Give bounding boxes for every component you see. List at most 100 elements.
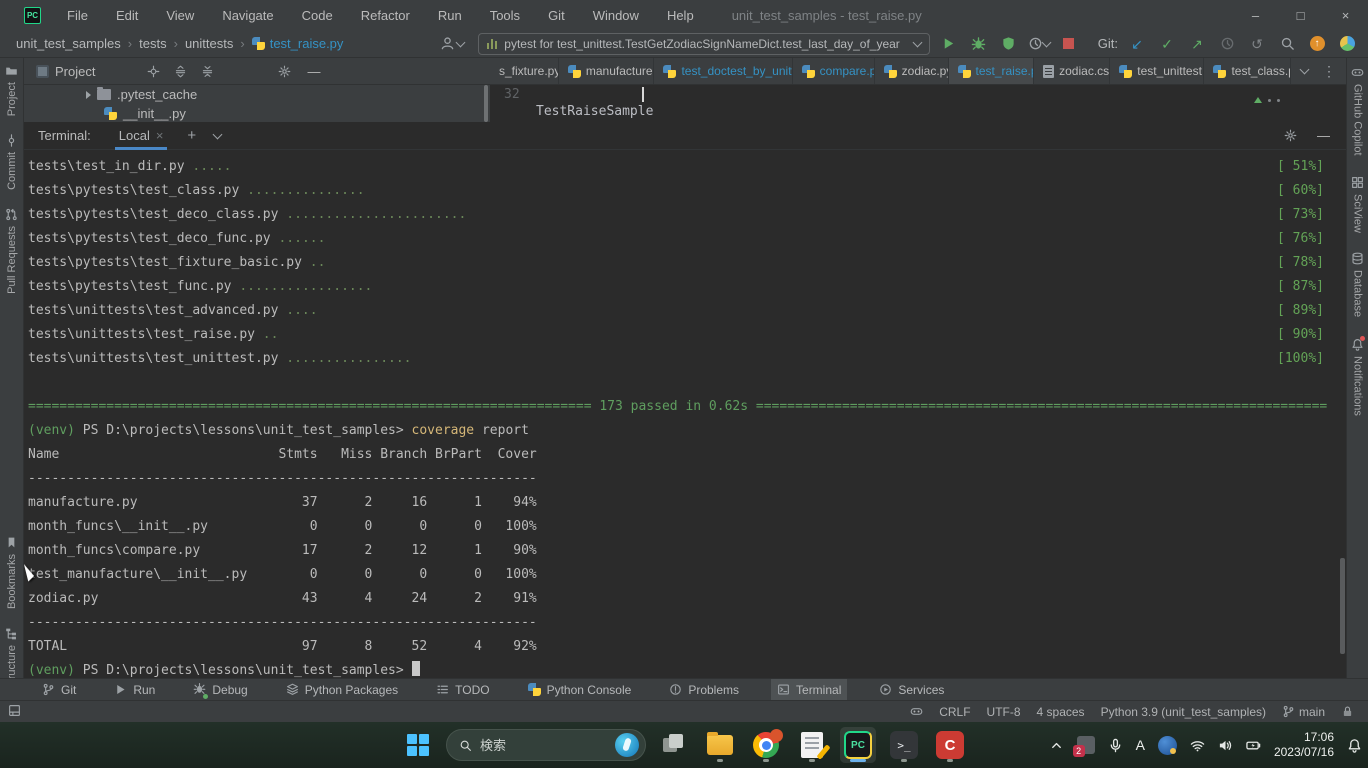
interpreter-indicator[interactable]: Python 3.9 (unit_test_samples) bbox=[1101, 705, 1266, 719]
indent-indicator[interactable]: 4 spaces bbox=[1037, 705, 1085, 719]
breadcrumb-tests[interactable]: tests bbox=[139, 36, 166, 51]
copilot-status-icon[interactable] bbox=[910, 705, 923, 718]
tree-item-init-py[interactable]: __init__.py bbox=[104, 106, 186, 121]
stripe-pull-requests[interactable]: Pull Requests bbox=[5, 208, 18, 294]
run-configuration-select[interactable]: pytest for test_unittest.TestGetZodiacSi… bbox=[478, 33, 930, 55]
editor-pane[interactable]: 32 TestRaiseSample bbox=[490, 85, 1346, 122]
line-ending-indicator[interactable]: CRLF bbox=[939, 705, 970, 719]
tab-compare[interactable]: compare.py× bbox=[793, 58, 875, 84]
hidden-tabs-chevron-icon[interactable] bbox=[1300, 65, 1310, 75]
new-terminal-icon[interactable]: + bbox=[187, 127, 196, 144]
pycharm-taskbar-button[interactable]: PC bbox=[840, 727, 876, 763]
tab-test-unittest[interactable]: test_unittest.py× bbox=[1110, 58, 1204, 84]
search-input[interactable] bbox=[480, 738, 600, 753]
expand-all-icon[interactable] bbox=[174, 65, 187, 78]
menu-help[interactable]: Help bbox=[655, 5, 706, 26]
menu-run[interactable]: Run bbox=[426, 5, 474, 26]
terminal-output[interactable]: tests\test_in_dir.py .....[ 51%] tests\p… bbox=[24, 150, 1346, 683]
toolwindow-run[interactable]: Run bbox=[108, 679, 161, 701]
toolwindow-git[interactable]: Git bbox=[36, 679, 82, 701]
tab-test-doctest[interactable]: test_doctest_by_unittest.py× bbox=[654, 58, 792, 84]
profiler-button[interactable] bbox=[1028, 33, 1050, 55]
user-dropdown[interactable] bbox=[440, 36, 464, 51]
git-history-button[interactable] bbox=[1216, 33, 1238, 55]
toolwindow-todo[interactable]: TODO bbox=[430, 679, 495, 701]
start-button[interactable] bbox=[400, 727, 436, 763]
menu-window[interactable]: Window bbox=[581, 5, 651, 26]
git-commit-button[interactable]: ✓ bbox=[1156, 33, 1178, 55]
tray-app-icon[interactable] bbox=[1158, 736, 1177, 755]
menu-refactor[interactable]: Refactor bbox=[349, 5, 422, 26]
tab-zodiac-py[interactable]: zodiac.py× bbox=[875, 58, 949, 84]
stripe-bookmarks[interactable]: Bookmarks bbox=[5, 536, 18, 609]
menu-tools[interactable]: Tools bbox=[478, 5, 532, 26]
chevron-down-icon[interactable] bbox=[213, 129, 223, 139]
gear-icon[interactable] bbox=[1284, 129, 1297, 142]
toolwindow-services[interactable]: Services bbox=[873, 679, 950, 701]
notepad-button[interactable] bbox=[794, 727, 830, 763]
stripe-github-copilot[interactable]: GitHub Copilot bbox=[1351, 66, 1364, 156]
locate-file-icon[interactable] bbox=[147, 65, 160, 78]
terminal-app-button[interactable]: >_ bbox=[886, 727, 922, 763]
plugin-button[interactable] bbox=[1336, 33, 1358, 55]
git-rollback-button[interactable]: ↺ bbox=[1246, 33, 1268, 55]
red-c-app-button[interactable]: C bbox=[932, 727, 968, 763]
wifi-icon[interactable] bbox=[1190, 738, 1205, 753]
tab-test-raise[interactable]: test_raise.py× bbox=[949, 58, 1035, 84]
stripe-notifications[interactable]: Notifications bbox=[1351, 338, 1364, 416]
hide-panel-icon[interactable]: — bbox=[1317, 128, 1330, 143]
terminal-tab-local[interactable]: Local × bbox=[115, 122, 168, 150]
stripe-database[interactable]: Database bbox=[1351, 252, 1364, 317]
project-scrollbar[interactable] bbox=[484, 85, 488, 122]
chrome-button[interactable] bbox=[748, 727, 784, 763]
menu-git[interactable]: Git bbox=[536, 5, 577, 26]
menu-view[interactable]: View bbox=[154, 5, 206, 26]
stripe-sciview[interactable]: SciView bbox=[1351, 176, 1364, 233]
toolwindow-debug[interactable]: Debug bbox=[187, 679, 253, 701]
menu-file[interactable]: File bbox=[55, 5, 100, 26]
breadcrumb-project[interactable]: unit_test_samples bbox=[16, 36, 121, 51]
update-notification-button[interactable]: ↑ bbox=[1306, 33, 1328, 55]
inspections-widget[interactable] bbox=[1254, 97, 1280, 103]
hide-panel-icon[interactable]: — bbox=[307, 64, 320, 79]
run-button[interactable] bbox=[938, 33, 960, 55]
stop-button[interactable] bbox=[1058, 33, 1080, 55]
volume-icon[interactable] bbox=[1218, 738, 1233, 753]
tray-app-badge-icon[interactable]: 2 bbox=[1077, 736, 1095, 754]
menu-navigate[interactable]: Navigate bbox=[210, 5, 285, 26]
stripe-project[interactable]: Project bbox=[5, 64, 18, 116]
chevron-right-icon[interactable] bbox=[86, 91, 91, 99]
debug-button[interactable] bbox=[968, 33, 990, 55]
breadcrumb-unittests[interactable]: unittests bbox=[185, 36, 233, 51]
stripe-commit[interactable]: Commit bbox=[5, 134, 18, 190]
taskbar-clock[interactable]: 17:062023/07/16 bbox=[1274, 730, 1334, 760]
tray-chevron-up-icon[interactable] bbox=[1049, 738, 1064, 753]
microphone-icon[interactable] bbox=[1108, 738, 1123, 753]
file-explorer-button[interactable] bbox=[702, 727, 738, 763]
git-update-button[interactable]: ↙ bbox=[1126, 33, 1148, 55]
git-branch-indicator[interactable]: main bbox=[1282, 705, 1325, 719]
encoding-indicator[interactable]: UTF-8 bbox=[987, 705, 1021, 719]
tab-fixture[interactable]: s_fixture.py× bbox=[490, 58, 559, 84]
lock-icon[interactable] bbox=[1341, 705, 1354, 718]
tab-zodiac-csv[interactable]: zodiac.csv× bbox=[1034, 58, 1110, 84]
search-everywhere-button[interactable] bbox=[1276, 33, 1298, 55]
git-push-button[interactable]: ↗ bbox=[1186, 33, 1208, 55]
minimize-window-button[interactable]: – bbox=[1233, 0, 1278, 30]
tab-manufacture[interactable]: manufacture.py× bbox=[559, 58, 655, 84]
maximize-window-button[interactable]: □ bbox=[1278, 0, 1323, 30]
terminal-scrollbar[interactable] bbox=[1340, 558, 1345, 654]
layout-icon[interactable] bbox=[0, 704, 21, 720]
gear-icon[interactable] bbox=[278, 65, 291, 78]
collapse-all-icon[interactable] bbox=[201, 65, 214, 78]
task-view-button[interactable] bbox=[656, 727, 692, 763]
menu-code[interactable]: Code bbox=[290, 5, 345, 26]
close-window-button[interactable]: × bbox=[1323, 0, 1368, 30]
toolwindow-python-packages[interactable]: Python Packages bbox=[280, 679, 404, 701]
toolwindow-terminal[interactable]: Terminal bbox=[771, 679, 847, 701]
tab-test-class[interactable]: test_class.py× bbox=[1204, 58, 1291, 84]
toolwindow-python-console[interactable]: Python Console bbox=[522, 679, 638, 701]
taskbar-search[interactable] bbox=[446, 729, 646, 761]
tab-options-icon[interactable]: ⋮ bbox=[1322, 63, 1336, 80]
ime-mode-indicator[interactable]: A bbox=[1136, 737, 1145, 753]
